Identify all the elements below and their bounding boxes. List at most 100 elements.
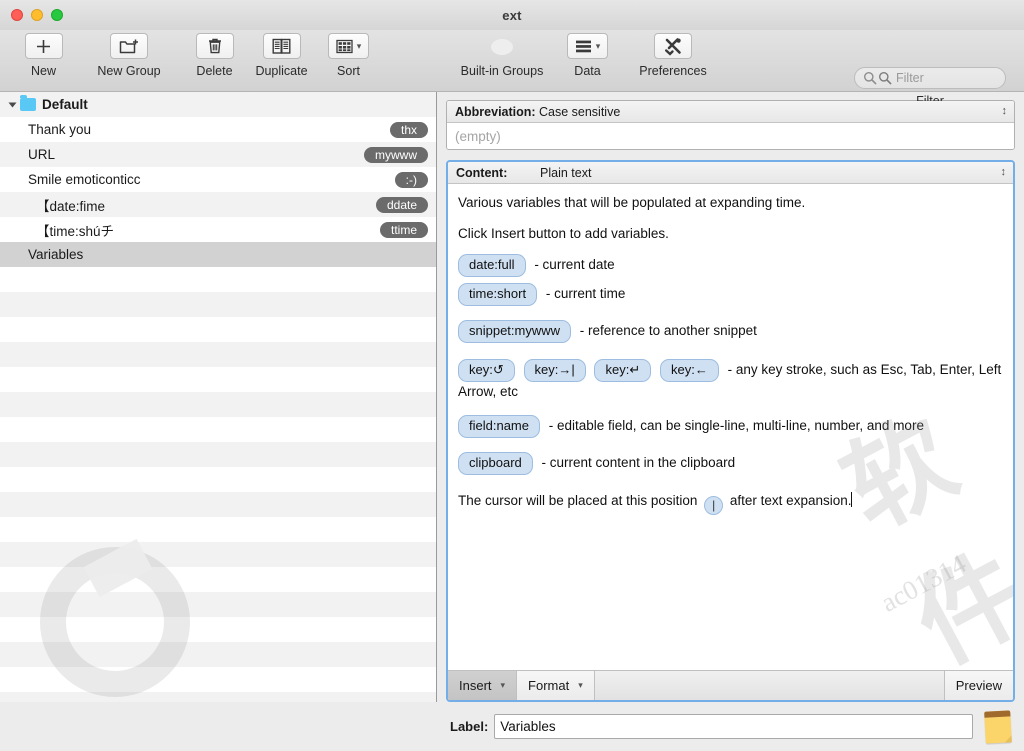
grid-icon <box>336 39 353 53</box>
search-icon-ghost <box>879 72 892 85</box>
token-description: - editable field, can be single-line, mu… <box>548 418 924 434</box>
abbreviation-badge: ttime <box>379 221 428 238</box>
insert-button[interactable]: Insert ▾ <box>448 671 518 700</box>
toolbar: New New Group Delete Duplicate ▾ Sort Bu… <box>0 30 1024 108</box>
list-item[interactable]: Smile emoticonticc :-) <box>0 167 436 192</box>
toolbar-item-new[interactable]: New <box>10 30 77 78</box>
token-description: - current date <box>534 257 615 273</box>
variable-token-clipboard[interactable]: clipboard <box>458 451 533 475</box>
toolbar-spacer <box>595 671 945 700</box>
format-button[interactable]: Format ▾ <box>517 671 595 700</box>
toolbar-item-duplicate[interactable]: Duplicate <box>248 30 315 78</box>
preview-label: Preview <box>955 678 1002 693</box>
list-empty-rows <box>0 267 436 702</box>
snippet-label: URL <box>28 147 56 162</box>
duplicate-button[interactable] <box>262 33 301 59</box>
delete-label: Delete <box>196 64 233 78</box>
new-button[interactable] <box>24 33 63 59</box>
preferences-button[interactable] <box>654 33 692 59</box>
abbreviation-input[interactable]: (empty) <box>447 123 1014 149</box>
filter-placeholder: Filter <box>896 71 924 85</box>
content-editor[interactable]: Various variables that will be populated… <box>448 184 1013 670</box>
toolbar-item-delete[interactable]: Delete <box>181 30 248 78</box>
content-line-cursor: The cursor will be placed at this positi… <box>458 491 1003 515</box>
content-format: Plain text <box>540 165 592 180</box>
delete-button[interactable] <box>195 33 234 59</box>
tools-icon <box>664 37 681 56</box>
builtin-groups-button[interactable] <box>482 33 522 59</box>
snippet-label: Smile emoticonticc <box>28 172 141 187</box>
new-group-label: New Group <box>97 64 161 78</box>
list-item[interactable]: 【time:shúチ ttime <box>0 217 436 242</box>
cursor-text-after: after text expansion. <box>729 492 852 508</box>
toolbar-item-data[interactable]: ▾ Data <box>554 30 621 78</box>
detail-pane: Abbreviation: Case sensitive ↕ (empty) C… <box>437 92 1024 702</box>
abbreviation-placeholder: (empty) <box>455 128 501 144</box>
list-item[interactable]: Thank you thx <box>0 117 436 142</box>
toolbar-item-preferences[interactable]: Preferences <box>621 30 725 78</box>
token-description: - current time <box>545 285 626 301</box>
stepper-icon[interactable]: ↕ <box>1002 106 1008 117</box>
content-line: key:↺ key:→| key:↵ key:← - any key strok… <box>458 358 1003 401</box>
token-description: - current content in the clipboard <box>541 454 736 470</box>
data-label: Data <box>574 64 601 78</box>
content-panel[interactable]: Content: Plain text ↕ Various variables … <box>446 160 1015 702</box>
snippet-label: 【time:shúチ <box>36 223 115 239</box>
content-line: Click Insert button to add variables. <box>458 225 669 241</box>
app-window: ext New New Group Delete Duplicate ▾ Sor… <box>0 0 1024 751</box>
variable-token-key-left[interactable]: key:← <box>659 358 719 382</box>
token-description: - reference to another snippet <box>579 322 757 338</box>
content-line: clipboard - current content in the clipb… <box>458 451 1003 475</box>
builtin-groups-icon <box>491 39 513 55</box>
content-line: snippet:mywww - reference to another sni… <box>458 319 1003 343</box>
snippet-label: Thank you <box>28 122 92 137</box>
stepper-icon[interactable]: ↕ <box>1001 167 1007 178</box>
disclosure-triangle-icon[interactable] <box>8 102 17 107</box>
content-title: Content: <box>456 165 508 180</box>
sort-button[interactable]: ▾ <box>327 33 370 59</box>
abbreviation-badge: thx <box>389 121 428 138</box>
abbreviation-header[interactable]: Abbreviation: Case sensitive ↕ <box>447 101 1014 123</box>
format-label: Format <box>528 678 570 693</box>
variable-token-time-short[interactable]: time:short <box>458 282 538 306</box>
cursor-position-token[interactable]: | <box>704 495 724 515</box>
variable-token-key-tab[interactable]: key:→| <box>523 358 586 382</box>
chevron-down-icon: ▾ <box>595 40 601 51</box>
data-button[interactable]: ▾ <box>566 33 609 59</box>
toolbar-item-sort[interactable]: ▾ Sort <box>315 30 382 78</box>
variable-token-key-esc[interactable]: key:↺ <box>458 358 515 382</box>
toolbar-item-builtin-groups[interactable]: Built-in Groups <box>450 30 554 78</box>
new-group-button[interactable] <box>110 33 148 59</box>
duplicate-icon <box>272 38 291 54</box>
content-header[interactable]: Content: Plain text ↕ <box>448 162 1013 184</box>
chevron-down-icon: ▾ <box>500 680 506 690</box>
label-input[interactable]: Variables <box>494 714 973 739</box>
variable-token-snippet[interactable]: snippet:mywww <box>458 319 572 343</box>
chevron-down-icon: ▾ <box>356 40 362 51</box>
notepad-icon[interactable] <box>984 709 1012 744</box>
label-field-title: Label: <box>450 719 489 734</box>
list-item-selected[interactable]: Variables <box>0 242 436 267</box>
search-icon <box>864 72 877 85</box>
toolbar-item-new-group[interactable]: New Group <box>77 30 181 78</box>
snippet-list[interactable]: Default Thank you thx URL mywww Smile em… <box>0 92 437 702</box>
abbreviation-mode: Case sensitive <box>539 104 621 119</box>
insert-label: Insert <box>459 678 492 693</box>
content-line: date:full - current date <box>458 254 1003 277</box>
plus-icon <box>37 39 50 53</box>
abbreviation-badge: ddate <box>375 196 428 213</box>
variable-token-date-full[interactable]: date:full <box>458 254 526 277</box>
sidebar-group-label: Default <box>42 97 88 112</box>
variable-token-key-enter[interactable]: key:↵ <box>594 358 652 382</box>
filter-field[interactable]: Filter <box>854 67 1006 89</box>
preview-button[interactable]: Preview <box>944 671 1013 700</box>
list-item[interactable]: 【date:fime ddate <box>0 192 436 217</box>
content-line: field:name - editable field, can be sing… <box>458 415 1003 438</box>
window-title: ext <box>502 7 522 23</box>
list-item[interactable]: URL mywww <box>0 142 436 167</box>
watermark-url2: ac01314 <box>876 548 971 618</box>
title-bar: ext <box>0 0 1024 30</box>
sidebar-group-default[interactable]: Default <box>0 92 436 117</box>
new-label: New <box>30 64 56 78</box>
variable-token-field[interactable]: field:name <box>458 415 540 438</box>
